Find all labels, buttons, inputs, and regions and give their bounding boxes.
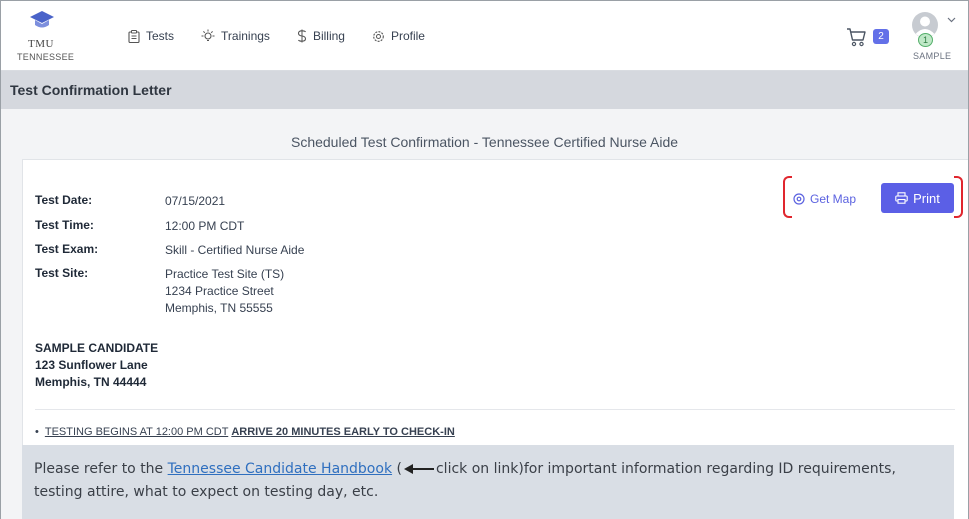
main-nav: Tests Trainings Billing Profile bbox=[128, 27, 452, 45]
nav-profile-label: Profile bbox=[390, 29, 425, 43]
graduation-cap-icon bbox=[30, 11, 54, 28]
page-title: Test Confirmation Letter bbox=[10, 82, 172, 98]
arrival-instruction: • TESTING BEGINS AT 12:00 PM CDT ARRIVE 2… bbox=[35, 426, 455, 438]
candidate-city: Memphis, TN 44444 bbox=[35, 375, 147, 389]
gear-icon bbox=[373, 30, 384, 42]
main-content: Scheduled Test Confirmation - Tennessee … bbox=[1, 109, 968, 519]
cart-count-badge: 2 bbox=[873, 29, 889, 44]
site-street: 1234 Practice Street bbox=[165, 284, 274, 298]
get-map-label: Get Map bbox=[810, 192, 857, 206]
nav-trainings[interactable]: Trainings bbox=[201, 29, 270, 43]
printer-icon bbox=[895, 192, 908, 204]
candidate-handbook-link[interactable]: Tennessee Candidate Handbook bbox=[168, 461, 392, 477]
handbook-note-text: Please refer to the Tennessee Candidate … bbox=[34, 458, 934, 504]
app-window: TMU TENNESSEE Tests Trainings Billing Pr… bbox=[0, 0, 969, 519]
test-time-value: 12:00 PM CDT bbox=[165, 219, 245, 233]
arrow-left-icon bbox=[403, 464, 434, 474]
nav-trainings-label: Trainings bbox=[221, 29, 270, 43]
test-exam-label: Test Exam: bbox=[35, 242, 99, 256]
test-date-value: 07/15/2021 bbox=[165, 194, 226, 208]
chevron-down-icon[interactable] bbox=[947, 17, 956, 23]
bullet-dot: • bbox=[35, 426, 39, 438]
cart-icon[interactable] bbox=[846, 27, 868, 47]
brand-name: TMU bbox=[28, 38, 54, 50]
test-site-address: Practice Test Site (TS) 1234 Practice St… bbox=[165, 266, 465, 317]
note-open-paren: ( bbox=[392, 461, 402, 477]
nav-billing[interactable]: Billing bbox=[297, 29, 345, 43]
print-button[interactable]: Print bbox=[881, 183, 954, 213]
test-time-label: Test Time: bbox=[35, 218, 94, 232]
nav-tests-label: Tests bbox=[146, 29, 175, 43]
test-date-label: Test Date: bbox=[35, 193, 93, 207]
lightbulb-icon bbox=[201, 29, 215, 41]
note-prefix: Please refer to the bbox=[34, 461, 168, 477]
highlight-bracket-right bbox=[954, 176, 963, 218]
nav-tests[interactable]: Tests bbox=[128, 29, 174, 43]
clipboard-icon bbox=[128, 29, 140, 43]
confirmation-heading: Scheduled Test Confirmation - Tennessee … bbox=[290, 134, 679, 150]
site-city: Memphis, TN 55555 bbox=[165, 301, 273, 315]
site-name: Practice Test Site (TS) bbox=[165, 267, 285, 281]
brand-state: TENNESSEE bbox=[17, 52, 75, 62]
nav-profile[interactable]: Profile bbox=[372, 29, 425, 43]
dollar-icon bbox=[297, 29, 306, 43]
brand-logo[interactable]: TMU TENNESSEE bbox=[17, 9, 87, 65]
section-divider bbox=[35, 409, 955, 410]
testing-begins-text: TESTING BEGINS AT 12:00 PM CDT bbox=[44, 426, 229, 438]
print-label: Print bbox=[913, 190, 940, 206]
candidate-address: SAMPLE CANDIDATE 123 Sunflower Lane Memp… bbox=[35, 340, 158, 391]
get-map-button[interactable]: Get Map bbox=[793, 185, 856, 213]
map-pin-icon bbox=[793, 193, 805, 205]
user-name-label: SAMPLE bbox=[913, 51, 952, 61]
page-header: Test Confirmation Letter bbox=[1, 71, 968, 109]
handbook-note: Please refer to the Tennessee Candidate … bbox=[22, 445, 954, 519]
top-navigation: TMU TENNESSEE Tests Trainings Billing Pr… bbox=[1, 1, 968, 71]
arrive-early-text: ARRIVE 20 MINUTES EARLY TO CHECK-IN bbox=[231, 426, 455, 438]
highlight-bracket-left bbox=[783, 176, 792, 218]
test-exam-value: Skill - Certified Nurse Aide bbox=[165, 243, 305, 257]
candidate-name: SAMPLE CANDIDATE bbox=[35, 341, 159, 355]
notification-badge: 1 bbox=[918, 33, 933, 47]
test-site-label: Test Site: bbox=[35, 266, 89, 280]
candidate-street: 123 Sunflower Lane bbox=[35, 358, 148, 372]
nav-billing-label: Billing bbox=[312, 29, 345, 43]
